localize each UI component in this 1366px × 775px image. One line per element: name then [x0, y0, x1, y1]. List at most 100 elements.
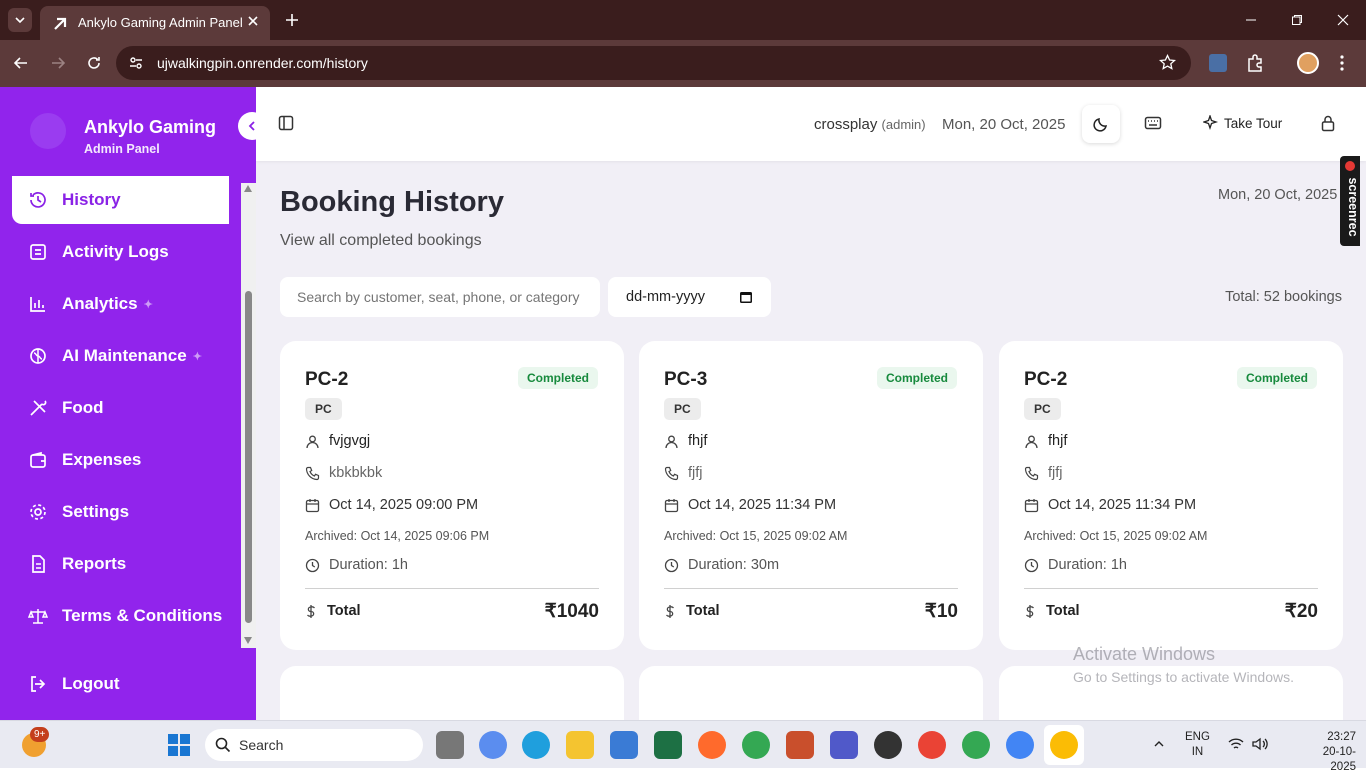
scroll-down-arrow[interactable] [244, 637, 252, 644]
extensions-button[interactable] [1245, 53, 1265, 73]
powerpoint-icon[interactable] [786, 731, 814, 759]
booking-card-partial[interactable] [280, 666, 624, 720]
browser-tab-active[interactable]: Ankylo Gaming Admin Panel [40, 6, 270, 40]
calendar-icon [740, 292, 752, 303]
calendar-icon [305, 498, 320, 512]
sidebar-item-settings[interactable]: Settings [12, 488, 229, 536]
search-icon [215, 737, 231, 753]
tray-chevron-up-icon[interactable] [1153, 738, 1165, 750]
booking-card[interactable]: PC-3 Completed PC fhjf fjfj Oct 14, 2025… [639, 341, 983, 650]
sidebar-logout[interactable]: Logout [12, 660, 229, 708]
tab-close-button[interactable] [246, 14, 260, 28]
browser-tab-strip: Ankylo Gaming Admin Panel [0, 0, 1366, 40]
search-input[interactable] [280, 277, 600, 317]
arrow-right-icon [52, 57, 66, 69]
history-icon [30, 192, 46, 208]
taskbar-search-label: Search [239, 737, 284, 753]
calendar-icon [664, 498, 679, 512]
brand-subtitle: Admin Panel [84, 142, 160, 156]
sidebar-item-history[interactable]: History [12, 176, 229, 224]
chrome-icon [1050, 731, 1078, 759]
toggle-sidebar-button[interactable] [278, 115, 294, 131]
datetime-row: Oct 14, 2025 09:00 PM [305, 497, 478, 513]
activate-windows-subtitle: Go to Settings to activate Windows. [1073, 669, 1294, 685]
sidebar-item-analytics[interactable]: Analytics ✦ [12, 280, 229, 328]
sidebar-item-terms[interactable]: Terms & Conditions [12, 592, 229, 640]
start-button[interactable] [167, 733, 191, 757]
teams-icon[interactable] [830, 731, 858, 759]
excel-icon[interactable] [654, 731, 682, 759]
page-subtitle: View all completed bookings [280, 232, 482, 249]
arrow-left-icon [13, 57, 27, 69]
tab-search-button[interactable] [8, 8, 32, 32]
keyboard-shortcuts-button[interactable] [1144, 115, 1162, 131]
store-icon[interactable] [610, 731, 638, 759]
booking-card-partial[interactable] [639, 666, 983, 720]
window-minimize-button[interactable] [1228, 0, 1274, 40]
take-tour-label: Take Tour [1224, 115, 1283, 131]
scrollbar-thumb[interactable] [245, 291, 252, 623]
taskbar-search[interactable]: Search [205, 729, 423, 761]
site-info-icon[interactable] [128, 55, 144, 71]
chrome-active-icon[interactable] [1044, 725, 1084, 765]
booking-duration: Duration: 30m [688, 557, 780, 573]
archived-at: Archived: Oct 15, 2025 09:02 AM [1024, 529, 1208, 543]
forward-button[interactable] [49, 54, 67, 72]
bookmark-star-button[interactable] [1159, 54, 1176, 71]
task-view-icon[interactable] [436, 731, 464, 759]
moon-icon [1093, 118, 1107, 132]
lock-button[interactable] [1321, 115, 1335, 132]
back-button[interactable] [12, 54, 30, 72]
booking-card[interactable]: PC-2 Completed PC fvjgvgj kbkbkbk Oct 14… [280, 341, 624, 650]
clock-time: 23:27 [1327, 731, 1356, 743]
sidebar-item-label: Activity Logs [62, 242, 169, 261]
booking-card[interactable]: PC-2 Completed PC fhjf fjfj Oct 14, 2025… [999, 341, 1343, 650]
theme-toggle-button[interactable] [1082, 105, 1120, 143]
language-indicator[interactable]: ENG IN [1185, 730, 1210, 760]
brand-name: Ankylo Gaming [84, 117, 217, 137]
chevron-down-icon [15, 17, 25, 24]
sidebar-item-ai-maintenance[interactable]: AI Maintenance ✦ [12, 332, 229, 380]
chrome-profile-icon[interactable] [1006, 731, 1034, 759]
take-tour-button[interactable]: Take Tour [1203, 115, 1282, 131]
new-tab-button[interactable] [284, 12, 300, 28]
sidebar-item-food[interactable]: Food [12, 384, 229, 432]
scroll-up-arrow[interactable] [244, 185, 252, 192]
wifi-icon[interactable] [1228, 737, 1244, 751]
close-icon [1337, 14, 1349, 26]
firefox-icon[interactable] [698, 731, 726, 759]
extension-screen-icon[interactable] [1209, 54, 1227, 72]
date-filter-input[interactable]: dd-mm-yyyy [608, 277, 771, 317]
sidebar-item-label: Analytics [62, 294, 138, 313]
user-icon [306, 435, 319, 448]
browser-menu-button[interactable] [1340, 54, 1344, 72]
file-explorer-icon[interactable] [566, 731, 594, 759]
sidebar-item-activity-logs[interactable]: Activity Logs [12, 228, 229, 276]
notification-badge: 9+ [30, 727, 50, 742]
clock[interactable]: 23:27 20-10-2025 [1300, 730, 1356, 775]
calendar-icon [1024, 498, 1039, 512]
edge-icon[interactable] [522, 731, 550, 759]
user-icon [1025, 435, 1038, 448]
profile-avatar[interactable] [1297, 52, 1319, 74]
chrome-icon[interactable] [742, 731, 770, 759]
more-vertical-icon [1340, 55, 1344, 71]
window-restore-button[interactable] [1274, 0, 1320, 40]
chrome-profile-icon[interactable] [962, 731, 990, 759]
wpm-icon[interactable] [874, 731, 902, 759]
status-badge: Completed [1236, 367, 1317, 389]
chrome-profile-icon[interactable] [918, 731, 946, 759]
window-close-button[interactable] [1320, 0, 1366, 40]
volume-icon[interactable] [1252, 737, 1268, 751]
sidebar-item-expenses[interactable]: Expenses [12, 436, 229, 484]
sidebar-scrollbar[interactable] [241, 183, 256, 648]
booking-datetime: Oct 14, 2025 09:00 PM [329, 497, 479, 513]
screenrec-widget[interactable]: screenrec [1340, 156, 1360, 246]
address-bar[interactable]: ujwalkingpin.onrender.com/history [116, 46, 1191, 80]
reload-button[interactable] [85, 54, 103, 72]
brand-logo [30, 113, 66, 149]
sidebar-item-reports[interactable]: Reports [12, 540, 229, 588]
phone-icon [305, 466, 320, 480]
copilot-icon[interactable] [479, 731, 507, 759]
status-badge: Completed [876, 367, 957, 389]
